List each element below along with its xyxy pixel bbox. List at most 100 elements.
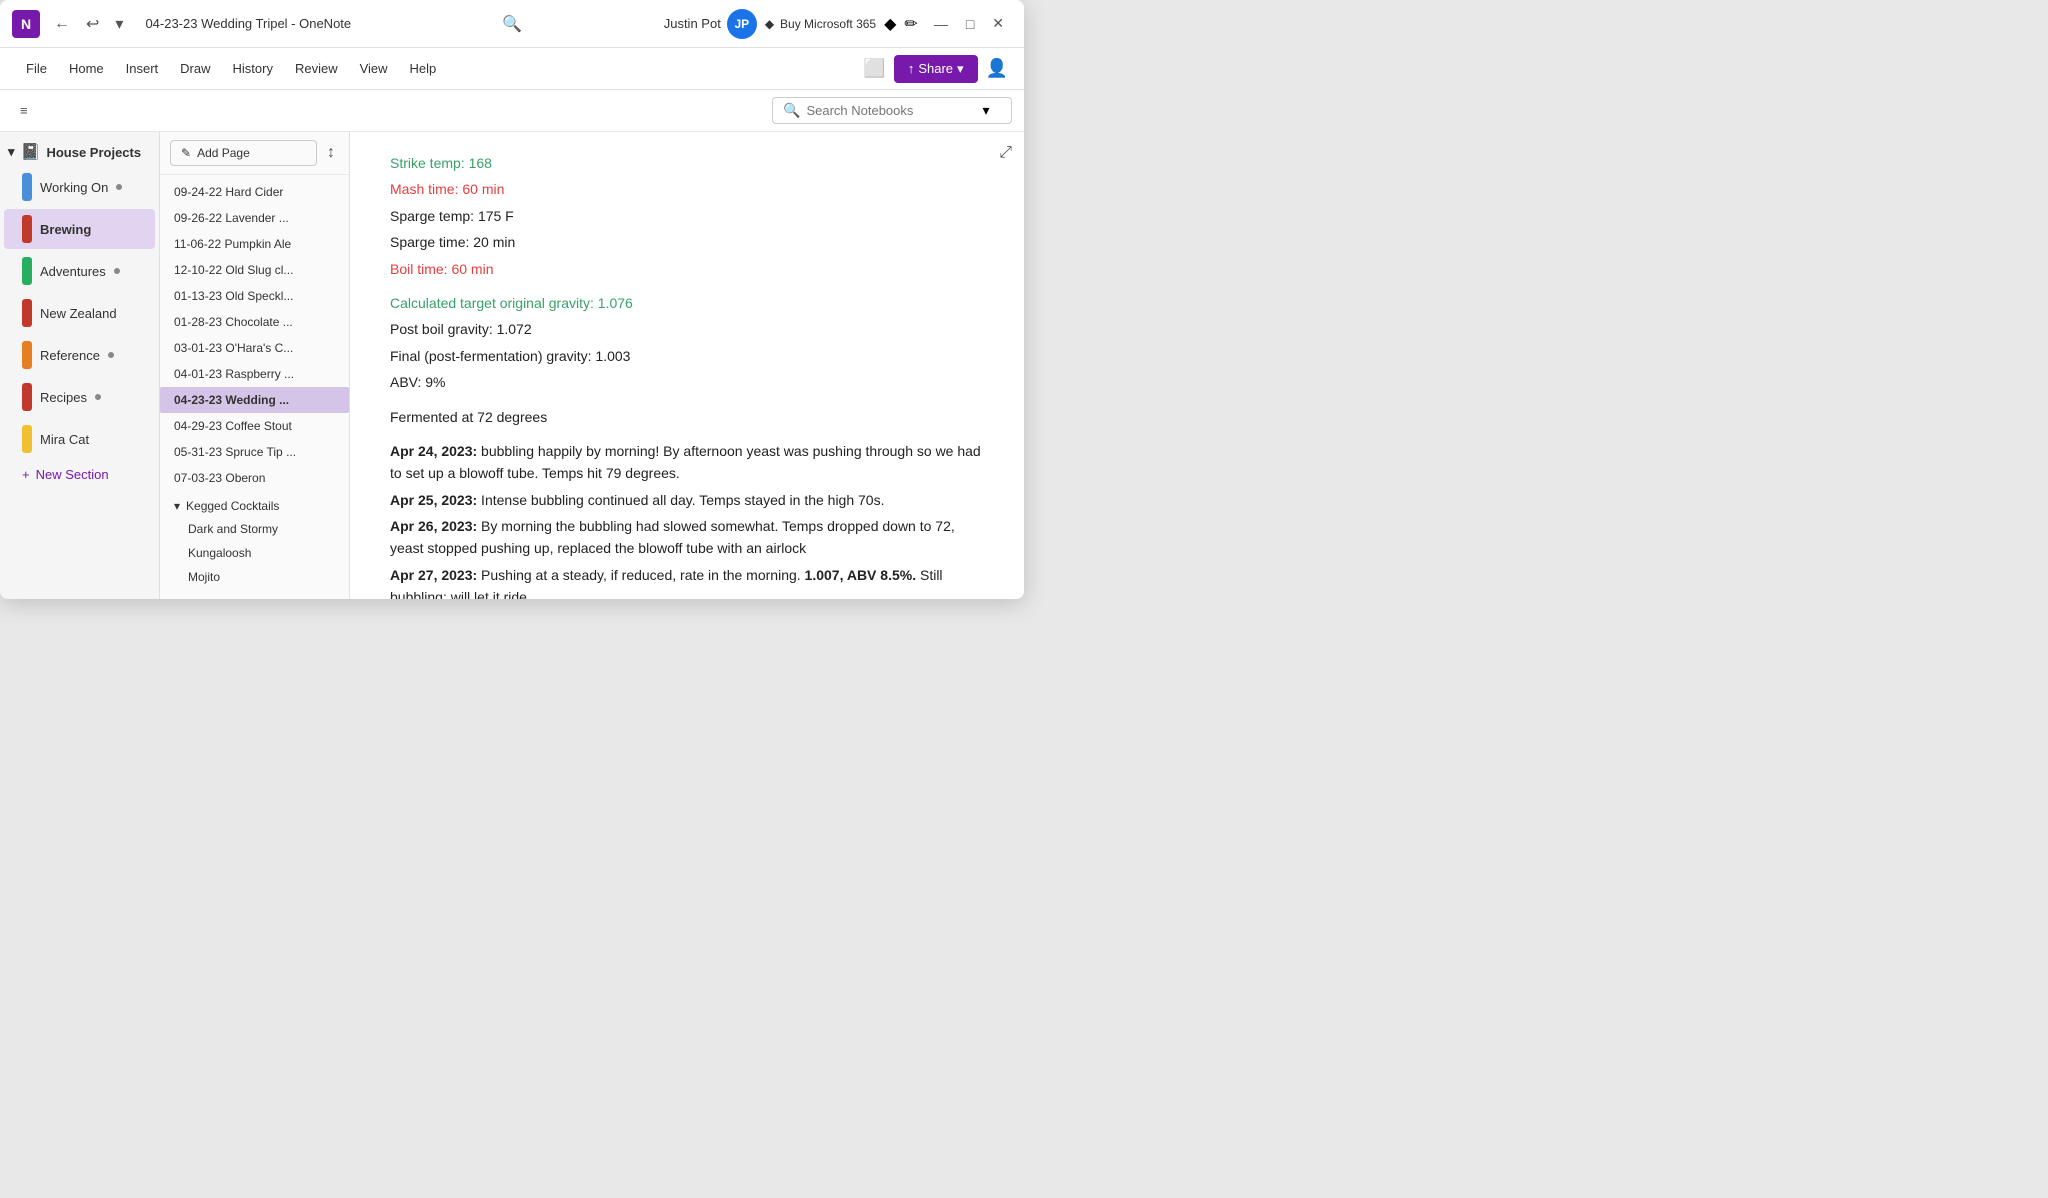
page-item[interactable]: 05-31-23 Spruce Tip ... <box>160 439 349 465</box>
log-entry-apr26: Apr 26, 2023: By morning the bubbling ha… <box>390 515 984 560</box>
dropdown-button[interactable]: ▾ <box>109 10 129 38</box>
mash-time-text: Mash time: 60 min <box>390 181 504 197</box>
app-window: N ← ↩ ▾ 04-23-23 Wedding Tripel - OneNot… <box>0 0 1024 599</box>
page-item[interactable]: 12-10-22 Old Slug cl... <box>160 257 349 283</box>
page-item[interactable]: 01-13-23 Old Speckl... <box>160 283 349 309</box>
collapse-sidebar-button[interactable]: ≡ <box>12 99 36 122</box>
notebook-icon-button[interactable]: ⬜ <box>863 58 885 79</box>
window-title: 04-23-23 Wedding Tripel - OneNote <box>145 16 351 31</box>
subgroup-kegged-cocktails[interactable]: ▾ Kegged Cocktails <box>160 491 349 517</box>
subgroup-collapse-icon: ▾ <box>174 499 180 513</box>
notebook-collapse-icon: ▾ <box>8 144 15 160</box>
sidebar-item-reference[interactable]: Reference <box>4 335 155 375</box>
sidebar-item-working-on[interactable]: Working On <box>4 167 155 207</box>
page-item[interactable]: 07-03-23 Oberon <box>160 465 349 491</box>
log-entry-apr27: Apr 27, 2023: Pushing at a steady, if re… <box>390 564 984 599</box>
sub-page-kungaloosh[interactable]: Kungaloosh <box>160 541 349 565</box>
working-on-label: Working On <box>40 180 108 195</box>
sidebar-item-new-zealand[interactable]: New Zealand <box>4 293 155 333</box>
sub-page-dark-and-stormy[interactable]: Dark and Stormy <box>160 517 349 541</box>
window-controls: — □ ✕ <box>926 11 1012 36</box>
share-label: Share <box>918 61 953 76</box>
fermented-group: Fermented at 72 degrees <box>390 406 984 428</box>
mira-cat-indicator <box>22 425 32 453</box>
fermented-text: Fermented at 72 degrees <box>390 406 984 428</box>
new-zealand-indicator <box>22 299 32 327</box>
strike-temp-text: Strike temp: 168 <box>390 155 492 171</box>
adventures-indicator <box>22 257 32 285</box>
page-item[interactable]: 04-29-23 Coffee Stout <box>160 413 349 439</box>
user-name: Justin Pot <box>664 16 721 31</box>
menu-history[interactable]: History <box>223 55 283 82</box>
page-item[interactable]: 09-24-22 Hard Cider <box>160 179 349 205</box>
brewing-label: Brewing <box>40 222 91 237</box>
sidebar-item-mira-cat[interactable]: Mira Cat <box>4 419 155 459</box>
undo-button[interactable]: ↩ <box>80 10 105 38</box>
buy-label: Buy Microsoft 365 <box>780 17 876 31</box>
reference-indicator <box>22 341 32 369</box>
brewing-indicator <box>22 215 32 243</box>
reference-dot <box>108 352 114 358</box>
back-button[interactable]: ← <box>48 11 76 37</box>
sort-button[interactable]: ↕ <box>323 140 339 166</box>
log-entry-apr25: Apr 25, 2023: Intense bubbling continued… <box>390 489 984 511</box>
page-item[interactable]: 11-06-22 Pumpkin Ale <box>160 231 349 257</box>
add-page-button[interactable]: ✎ Add Page <box>170 140 317 166</box>
search-input[interactable] <box>806 103 976 118</box>
menu-file[interactable]: File <box>16 55 57 82</box>
sidebar-item-adventures[interactable]: Adventures <box>4 251 155 291</box>
pages-toolbar: ✎ Add Page ↕ <box>160 132 349 175</box>
pen-icon: ✏ <box>904 14 917 34</box>
page-item[interactable]: 04-01-23 Raspberry ... <box>160 361 349 387</box>
share-icon: ↑ <box>908 61 915 76</box>
sidebar-item-recipes[interactable]: Recipes <box>4 377 155 417</box>
post-boil-gravity-text: Post boil gravity: 1.072 <box>390 318 984 340</box>
sidebar: ▾ 📓 House Projects Working On Brewing Ad… <box>0 132 160 599</box>
share-dropdown-icon: ▾ <box>957 61 964 77</box>
boil-time-text: Boil time: 60 min <box>390 261 493 277</box>
search-dropdown-icon[interactable]: ▾ <box>982 102 989 119</box>
maximize-button[interactable]: □ <box>958 11 982 36</box>
ribbon-menu: File Home Insert Draw History Review Vie… <box>16 55 859 82</box>
sub-page-mojito[interactable]: Mojito <box>160 565 349 589</box>
adventures-label: Adventures <box>40 264 106 279</box>
working-on-indicator <box>22 173 32 201</box>
content-text: Strike temp: 168 Mash time: 60 min Sparg… <box>390 152 984 599</box>
minimize-button[interactable]: — <box>926 11 956 36</box>
menu-draw[interactable]: Draw <box>170 55 220 82</box>
page-item[interactable]: 09-26-22 Lavender ... <box>160 205 349 231</box>
title-bar-center: 🔍 <box>502 14 522 34</box>
recipes-dot <box>95 394 101 400</box>
search-row: ≡ 🔍 ▾ <box>0 90 1024 132</box>
new-section-label: New Section <box>36 467 109 482</box>
recipes-label: Recipes <box>40 390 87 405</box>
close-button[interactable]: ✕ <box>984 11 1012 36</box>
new-section-button[interactable]: + New Section <box>4 461 155 488</box>
page-item[interactable]: 03-01-23 O'Hara's C... <box>160 335 349 361</box>
page-item[interactable]: 01-28-23 Chocolate ... <box>160 309 349 335</box>
sidebar-item-brewing[interactable]: Brewing <box>4 209 155 249</box>
abv-text: ABV: 9% <box>390 371 984 393</box>
add-page-icon: ✎ <box>181 146 191 160</box>
mash-info-group: Strike temp: 168 Mash time: 60 min Sparg… <box>390 152 984 280</box>
expand-button[interactable]: ⤢ <box>999 144 1012 162</box>
onenote-logo: N <box>12 10 40 38</box>
adventures-dot <box>114 268 120 274</box>
new-zealand-label: New Zealand <box>40 306 117 321</box>
menu-review[interactable]: Review <box>285 55 348 82</box>
sparge-temp-text: Sparge temp: 175 F <box>390 205 984 227</box>
menu-help[interactable]: Help <box>400 55 447 82</box>
log-entries-group: Apr 24, 2023: bubbling happily by mornin… <box>390 440 984 599</box>
search-button[interactable]: 🔍 <box>502 14 522 34</box>
notebook-header[interactable]: ▾ 📓 House Projects <box>0 136 159 166</box>
share-button[interactable]: ↑ Share ▾ <box>894 55 978 83</box>
page-item-active[interactable]: 04-23-23 Wedding ... <box>160 387 349 413</box>
pages-panel: ✎ Add Page ↕ 09-24-22 Hard Cider 09-26-2… <box>160 132 350 599</box>
main-area: ▾ 📓 House Projects Working On Brewing Ad… <box>0 132 1024 599</box>
menu-insert[interactable]: Insert <box>116 55 169 82</box>
person-button[interactable]: 👤 <box>986 58 1008 79</box>
ribbon-right: ⬜ ↑ Share ▾ 👤 <box>863 55 1008 83</box>
menu-home[interactable]: Home <box>59 55 114 82</box>
buy-microsoft-button[interactable]: ◆ Buy Microsoft 365 <box>765 17 876 31</box>
menu-view[interactable]: View <box>350 55 398 82</box>
